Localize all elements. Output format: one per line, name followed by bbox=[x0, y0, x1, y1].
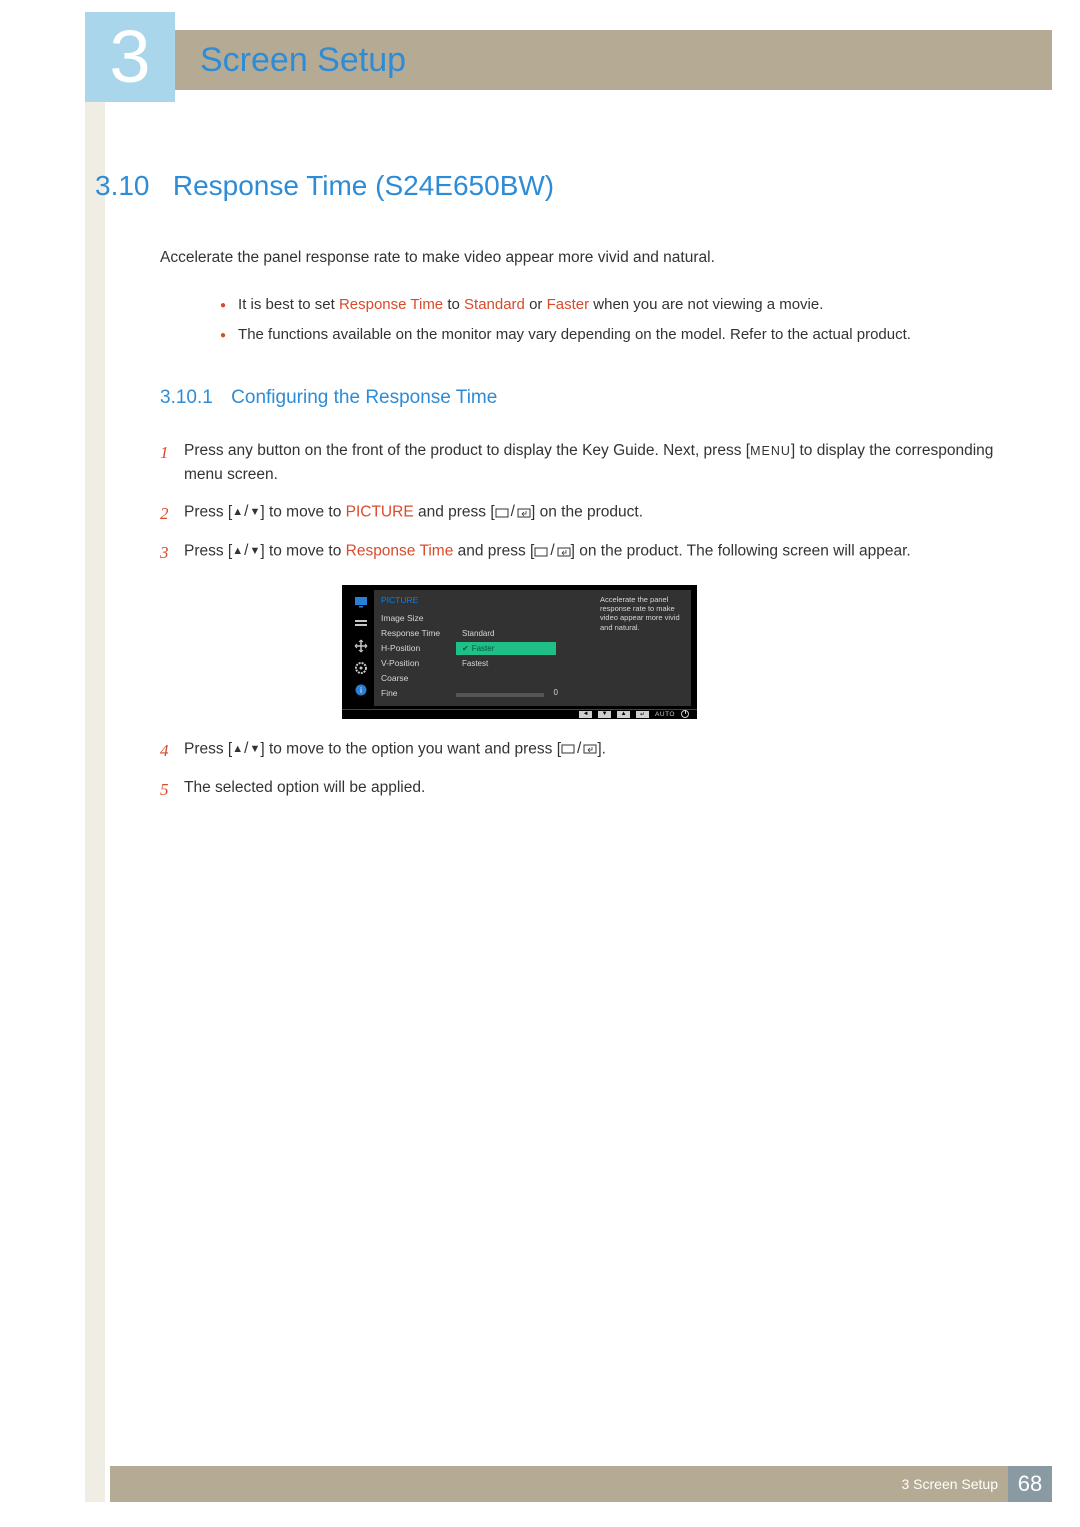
osd-item-label: Coarse bbox=[381, 673, 456, 683]
osd-enter-icon: ↵ bbox=[636, 711, 649, 718]
up-down-icon: ▲/▼ bbox=[232, 500, 260, 525]
osd-sidebar: i bbox=[348, 590, 374, 706]
osd-monitor-icon bbox=[354, 596, 368, 608]
section-number: 3.10 bbox=[95, 170, 150, 201]
step-item: 3 Press [▲/▼] to move to Response Time a… bbox=[160, 539, 1000, 566]
svg-text:i: i bbox=[360, 686, 362, 695]
intro-text: Accelerate the panel response rate to ma… bbox=[160, 247, 1000, 269]
footer: 3 Screen Setup 68 bbox=[110, 1466, 1052, 1502]
osd-item-label: Image Size bbox=[381, 613, 456, 623]
step-item: 1 Press any button on the front of the p… bbox=[160, 439, 1000, 489]
osd-option: Fastest bbox=[456, 657, 556, 670]
osd-up-icon: ▲ bbox=[617, 711, 630, 718]
note-item: ● It is best to set Response Time to Sta… bbox=[220, 294, 1000, 317]
osd-slider: 0 bbox=[456, 693, 544, 697]
up-down-icon: ▲/▼ bbox=[232, 737, 260, 762]
osd-menu: PICTURE Image Size Response Time Standar… bbox=[377, 593, 596, 703]
osd-item-label: Response Time bbox=[381, 628, 456, 638]
step-item: 5 The selected option will be applied. bbox=[160, 776, 1000, 803]
bullet-icon: ● bbox=[220, 328, 226, 347]
osd-down-icon: ▼ bbox=[598, 711, 611, 718]
bullet-icon: ● bbox=[220, 298, 226, 317]
up-down-icon: ▲/▼ bbox=[232, 539, 260, 564]
osd-arrows-icon bbox=[354, 640, 368, 652]
chapter-number-box: 3 bbox=[85, 12, 175, 102]
step-number: 5 bbox=[160, 776, 184, 803]
page-number-box: 68 bbox=[1008, 1466, 1052, 1502]
osd-gear-icon bbox=[354, 662, 368, 674]
osd-item-label: V-Position bbox=[381, 658, 456, 668]
step-item: 2 Press [▲/▼] to move to PICTURE and pre… bbox=[160, 500, 1000, 527]
chapter-number: 3 bbox=[109, 20, 150, 94]
step-number: 3 bbox=[160, 539, 184, 566]
enter-icon: / bbox=[561, 737, 597, 762]
enter-icon: / bbox=[495, 500, 531, 525]
note-item: ● The functions available on the monitor… bbox=[220, 324, 1000, 347]
footer-text: 3 Screen Setup bbox=[901, 1476, 998, 1492]
osd-description: Accelerate the panel response rate to ma… bbox=[596, 593, 688, 703]
step-item: 4 Press [▲/▼] to move to the option you … bbox=[160, 737, 1000, 764]
page-number: 68 bbox=[1018, 1471, 1042, 1497]
step-number: 1 bbox=[160, 439, 184, 489]
chapter-title: Screen Setup bbox=[200, 41, 406, 80]
section-heading: 3.10 Response Time (S24E650BW) bbox=[95, 170, 1000, 202]
subsection-heading: 3.10.1 Configuring the Response Time bbox=[160, 387, 1000, 409]
osd-slider-value: 0 bbox=[554, 688, 558, 697]
subsection-title: Configuring the Response Time bbox=[231, 387, 497, 408]
osd-item-label: H-Position bbox=[381, 643, 456, 653]
osd-item-label: Fine bbox=[381, 688, 456, 698]
osd-category: PICTURE bbox=[381, 595, 592, 605]
enter-icon: / bbox=[534, 539, 570, 564]
osd-screenshot: i PICTURE Image Size Response Time Stand… bbox=[342, 585, 697, 719]
section-title: Response Time (S24E650BW) bbox=[173, 170, 554, 201]
subsection-number: 3.10.1 bbox=[160, 387, 213, 408]
step-number: 2 bbox=[160, 500, 184, 527]
osd-option-selected: ✔Faster bbox=[456, 642, 556, 655]
steps-list: 1 Press any button on the front of the p… bbox=[160, 439, 1000, 803]
header-bar: Screen Setup bbox=[110, 30, 1052, 90]
osd-button-bar: ◄ ▼ ▲ ↵ AUTO bbox=[342, 709, 697, 719]
osd-option: Standard bbox=[456, 627, 556, 640]
osd-info-icon: i bbox=[354, 684, 368, 696]
osd-list-icon bbox=[354, 618, 368, 630]
osd-auto-label: AUTO bbox=[655, 711, 675, 718]
step-number: 4 bbox=[160, 737, 184, 764]
osd-power-icon bbox=[681, 710, 689, 718]
check-icon: ✔ bbox=[462, 644, 469, 653]
osd-left-icon: ◄ bbox=[579, 711, 592, 718]
note-list: ● It is best to set Response Time to Sta… bbox=[220, 294, 1000, 347]
